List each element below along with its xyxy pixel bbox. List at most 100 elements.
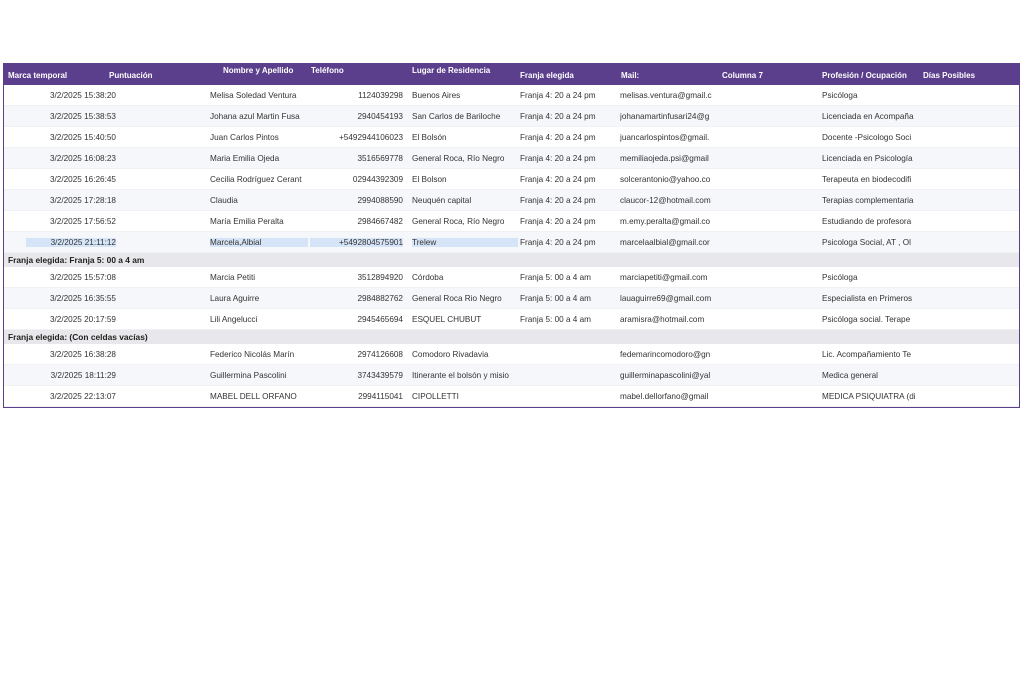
cell-phone[interactable]: 2994115041 [310,392,403,401]
cell-mail[interactable]: melisas.ventura@gmail.c [620,91,717,100]
cell-timestamp[interactable]: 3/2/2025 15:38:20 [26,91,116,100]
cell-name[interactable]: Cecilia Rodríguez Cerant [210,175,308,184]
cell-phone[interactable]: 1124039298 [310,91,403,100]
cell-mail[interactable]: juancarlospintos@gmail. [620,133,717,142]
header-days[interactable]: Días Posibles [923,71,975,80]
cell-mail[interactable]: guillerminapascolini@yal [620,371,717,380]
cell-phone[interactable]: 2974126608 [310,350,403,359]
cell-residence[interactable]: General Roca, Río Negro [412,154,518,163]
cell-profession[interactable]: Docente -Psicologo Soci [822,133,918,142]
cell-timestamp[interactable]: 3/2/2025 16:38:28 [26,350,116,359]
header-profession[interactable]: Profesión / Ocupación [822,71,907,80]
cell-phone[interactable]: 3743439579 [310,371,403,380]
cell-name[interactable]: Marcela,Albial [210,238,308,247]
cell-name[interactable]: Juan Carlos Pintos [210,133,308,142]
cell-timestamp[interactable]: 3/2/2025 21:11:12 [26,238,116,247]
cell-phone[interactable]: 3512894920 [310,273,403,282]
cell-residence[interactable]: Trelew [412,238,518,247]
table-row[interactable]: 3/2/2025 17:56:52 María Emilia Peralta 298… [4,211,1019,232]
cell-residence[interactable]: Córdoba [412,273,518,282]
cell-residence[interactable]: Neuquén capital [412,196,518,205]
cell-timestamp[interactable]: 3/2/2025 20:17:59 [26,315,116,324]
cell-residence[interactable]: ESQUEL CHUBUT [412,315,518,324]
cell-slot[interactable]: Franja 4: 20 a 24 pm [520,196,616,205]
cell-name[interactable]: Johana azul Martin Fusa [210,112,308,121]
cell-timestamp[interactable]: 3/2/2025 17:28:18 [26,196,116,205]
cell-phone[interactable]: 2945465694 [310,315,403,324]
cell-name[interactable]: Marcia Petiti [210,273,308,282]
table-row[interactable]: 3/2/2025 15:40:50 Juan Carlos Pintos +5492… [4,127,1019,148]
cell-mail[interactable]: lauaguirre69@gmail.com [620,294,717,303]
cell-name[interactable]: Maria Emilia Ojeda [210,154,308,163]
table-row[interactable]: 3/2/2025 21:11:12 Marcela,Albial +54928045… [4,232,1019,253]
header-timestamp[interactable]: Marca temporal [8,71,67,80]
table-row[interactable]: 3/2/2025 15:57:08 Marcia Petiti 3512894920… [4,267,1019,288]
cell-mail[interactable]: fedemarincomodoro@gn [620,350,717,359]
table-row[interactable]: 3/2/2025 17:28:18 Claudia 2994088590 Neuqué… [4,190,1019,211]
table-row[interactable]: 3/2/2025 20:17:59 Lili Angelucci 294546569… [4,309,1019,330]
cell-timestamp[interactable]: 3/2/2025 16:35:55 [26,294,116,303]
cell-mail[interactable]: claucor-12@hotmail.com [620,196,717,205]
cell-slot[interactable]: Franja 4: 20 a 24 pm [520,91,616,100]
cell-slot[interactable]: Franja 5: 00 a 4 am [520,273,616,282]
group-header[interactable]: Franja elegida: Franja 5: 00 a 4 am [4,253,1019,267]
cell-residence[interactable]: Comodoro Rivadavia [412,350,518,359]
cell-name[interactable]: Laura Aguirre [210,294,308,303]
cell-name[interactable]: Claudia [210,196,308,205]
cell-phone[interactable]: 2984667482 [310,217,403,226]
table-row[interactable]: 3/2/2025 16:26:45 Cecilia Rodríguez Ceran… [4,169,1019,190]
cell-phone[interactable]: 02944392309 [310,175,403,184]
cell-profession[interactable]: Especialista en Primeros [822,294,918,303]
cell-profession[interactable]: Psicóloga [822,91,918,100]
cell-residence[interactable]: General Roca, Río Negro [412,217,518,226]
cell-residence[interactable]: San Carlos de Bariloche [412,112,518,121]
cell-profession[interactable]: Licenciada en Psicología [822,154,918,163]
table-row[interactable]: 3/2/2025 16:38:28 Federico Nicolás Marín 2… [4,344,1019,365]
cell-profession[interactable]: Psicologa Social, AT , Ol [822,238,918,247]
cell-slot[interactable]: Franja 5: 00 a 4 am [520,315,616,324]
cell-mail[interactable]: solcerantonio@yahoo.co [620,175,717,184]
cell-profession[interactable]: Estudiando de profesora [822,217,918,226]
cell-name[interactable]: Melisa Soledad Ventura [210,91,308,100]
cell-profession[interactable]: Terapeuta en biodecodifi [822,175,918,184]
cell-mail[interactable]: m.emy.peralta@gmail.co [620,217,717,226]
cell-mail[interactable]: memiliaojeda.psi@gmail [620,154,717,163]
group-header[interactable]: Franja elegida: (Con celdas vacías) [4,330,1019,344]
table-row[interactable]: 3/2/2025 16:08:23 Maria Emilia Ojeda 35165… [4,148,1019,169]
header-mail[interactable]: Mail: [621,71,639,80]
cell-timestamp[interactable]: 3/2/2025 16:08:23 [26,154,116,163]
cell-timestamp[interactable]: 3/2/2025 16:26:45 [26,175,116,184]
cell-phone[interactable]: 2984882762 [310,294,403,303]
cell-name[interactable]: María Emilia Peralta [210,217,308,226]
cell-timestamp[interactable]: 3/2/2025 15:38:53 [26,112,116,121]
cell-profession[interactable]: Terapias complementaria [822,196,918,205]
table-row[interactable]: 3/2/2025 16:35:55 Laura Aguirre 2984882762… [4,288,1019,309]
cell-slot[interactable]: Franja 4: 20 a 24 pm [520,238,616,247]
cell-phone[interactable]: +5492944106023 [310,133,403,142]
table-row[interactable]: 3/2/2025 18:11:29 Guillermina Pascolini 37… [4,365,1019,386]
cell-mail[interactable]: marciapetiti@gmail.com [620,273,717,282]
cell-slot[interactable]: Franja 4: 20 a 24 pm [520,217,616,226]
header-residence[interactable]: Lugar de Residencia [412,66,490,75]
cell-profession[interactable]: Psicóloga [822,273,918,282]
cell-residence[interactable]: Itinerante el bolsón y misio [412,371,518,380]
cell-profession[interactable]: Medica general [822,371,918,380]
cell-mail[interactable]: mabel.dellorfano@gmail [620,392,717,401]
table-row[interactable]: 3/2/2025 22:13:07 MABEL DELL ORFANO 299411… [4,386,1019,407]
cell-phone[interactable]: 3516569778 [310,154,403,163]
header-slot[interactable]: Franja elegida [520,71,574,80]
cell-mail[interactable]: marcelaalbial@gmail.cor [620,238,717,247]
cell-phone[interactable]: +5492804575901 [310,238,403,247]
cell-slot[interactable]: Franja 5: 00 a 4 am [520,294,616,303]
cell-timestamp[interactable]: 3/2/2025 18:11:29 [26,371,116,380]
header-name[interactable]: Nombre y Apellido [223,66,293,75]
cell-profession[interactable]: Licenciada en Acompaña [822,112,918,121]
table-row[interactable]: 3/2/2025 15:38:53 Johana azul Martin Fusa… [4,106,1019,127]
cell-slot[interactable]: Franja 4: 20 a 24 pm [520,112,616,121]
cell-phone[interactable]: 2994088590 [310,196,403,205]
cell-slot[interactable]: Franja 4: 20 a 24 pm [520,154,616,163]
cell-residence[interactable]: El Bolsón [412,133,518,142]
header-column7[interactable]: Columna 7 [722,71,763,80]
cell-profession[interactable]: Psicóloga social. Terape [822,315,918,324]
cell-timestamp[interactable]: 3/2/2025 17:56:52 [26,217,116,226]
